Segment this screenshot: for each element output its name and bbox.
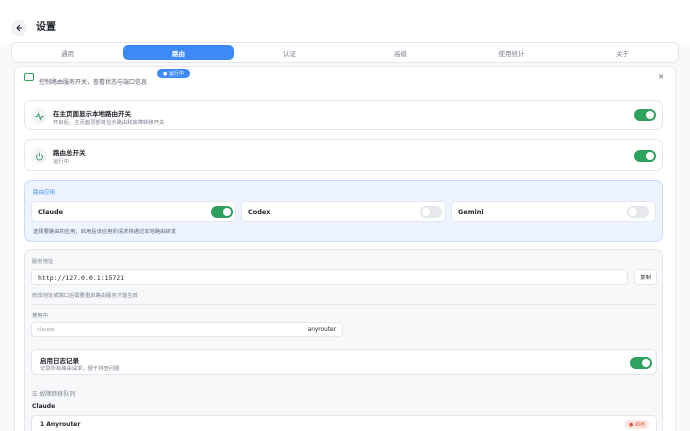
settings-content[interactable]: 控制路由服务开关，查看状态与端口信息 ● 运行中 ✕ 在主页面显示本地路由开关 … [0,66,690,431]
address-hint: 修改地址或端口后需要重启路由服务才能生效 [32,293,138,299]
activity-icon [31,108,47,124]
app-gemini: Gemini [451,201,656,222]
power-icon [31,148,47,164]
queue-item[interactable]: 1 Anyrouter ● 启用 [31,415,657,431]
tab-about[interactable]: 关于 [567,43,678,62]
router-icon [24,73,34,81]
provider-select[interactable]: claude anyrouter [31,322,343,337]
tab-auth[interactable]: 认证 [234,43,345,62]
show-local-switch-title: 在主页面显示本地路由开关 [53,110,131,118]
master-switch-title: 路由总开关 [53,149,86,157]
show-local-switch-card: 在主页面显示本地路由开关 开启后，主页面顶部将显示路由和故障转移开关 [24,100,663,130]
server-panel: 服务地址 http://127.0.0.1:15721 复制 修改地址或端口后需… [24,249,663,431]
app-claude: Claude [31,201,236,222]
master-switch-toggle[interactable] [634,150,656,162]
provider-placeholder: claude [37,327,55,333]
app-name: Claude [38,208,64,216]
copy-button[interactable]: 复制 [634,269,657,285]
arrow-left-icon [16,24,22,32]
tab-general[interactable]: 通用 [12,43,123,62]
header-bar: 设置 [0,0,690,44]
settings-tabs: 通用 路由 认证 高级 使用统计 关于 [11,42,679,63]
queue-item-name: 1 Anyrouter [40,421,81,428]
app-codex-toggle[interactable] [420,206,442,218]
app-gemini-toggle[interactable] [627,206,649,218]
failover-queue-header: ☰ 故障转移队列 [32,389,75,398]
master-switch-card: 路由总开关 运行中 [24,139,663,171]
log-switch-subtitle: 记录所有路由请求，便于排查问题 [40,366,120,372]
section-description: 控制路由服务开关，查看状态与端口信息 [39,79,148,86]
address-input[interactable]: http://127.0.0.1:15721 [31,269,628,285]
list-icon: ☰ [32,391,38,398]
failover-label: 故障转移队列 [39,391,76,398]
master-switch-subtitle: 运行中 [53,159,69,165]
queue-app-title: Claude [32,403,56,410]
show-local-switch-toggle[interactable] [634,109,656,121]
app-routing-label: 路由应用 [33,190,56,196]
app-name: Gemini [458,208,484,216]
divider [31,304,657,305]
app-name: Codex [248,208,271,216]
app-routing-hint: 选择要路由的应用，启用后该应用的请求将通过本地路由转发 [33,229,177,235]
log-switch-card: 启用日志记录 记录所有路由请求，便于排查问题 [31,349,657,375]
tab-routing[interactable]: 路由 [123,45,234,60]
tab-advanced[interactable]: 高级 [345,43,456,62]
status-badge: ● 运行中 [157,69,190,78]
routing-section-header[interactable]: 控制路由服务开关，查看状态与端口信息 ● 运行中 ✕ [24,69,664,87]
show-local-switch-subtitle: 开启后，主页面顶部将显示路由和故障转移开关 [53,120,165,126]
log-switch-toggle[interactable] [630,357,652,369]
app-routing-panel: 路由应用 Claude Codex Gemini 选择要路由的应用，启用后该应用… [24,180,663,242]
app-codex: Codex [241,201,446,222]
collapse-icon[interactable]: ✕ [658,73,664,81]
page-title: 设置 [36,22,56,33]
tab-usage-stats[interactable]: 使用统计 [456,43,567,62]
queue-item-badge: ● 启用 [625,420,649,429]
provider-value: anyrouter [307,327,336,333]
in-use-label: 使用中 [32,313,48,319]
address-label: 服务地址 [32,259,54,265]
back-button[interactable] [11,20,27,36]
app-claude-toggle[interactable] [211,206,233,218]
